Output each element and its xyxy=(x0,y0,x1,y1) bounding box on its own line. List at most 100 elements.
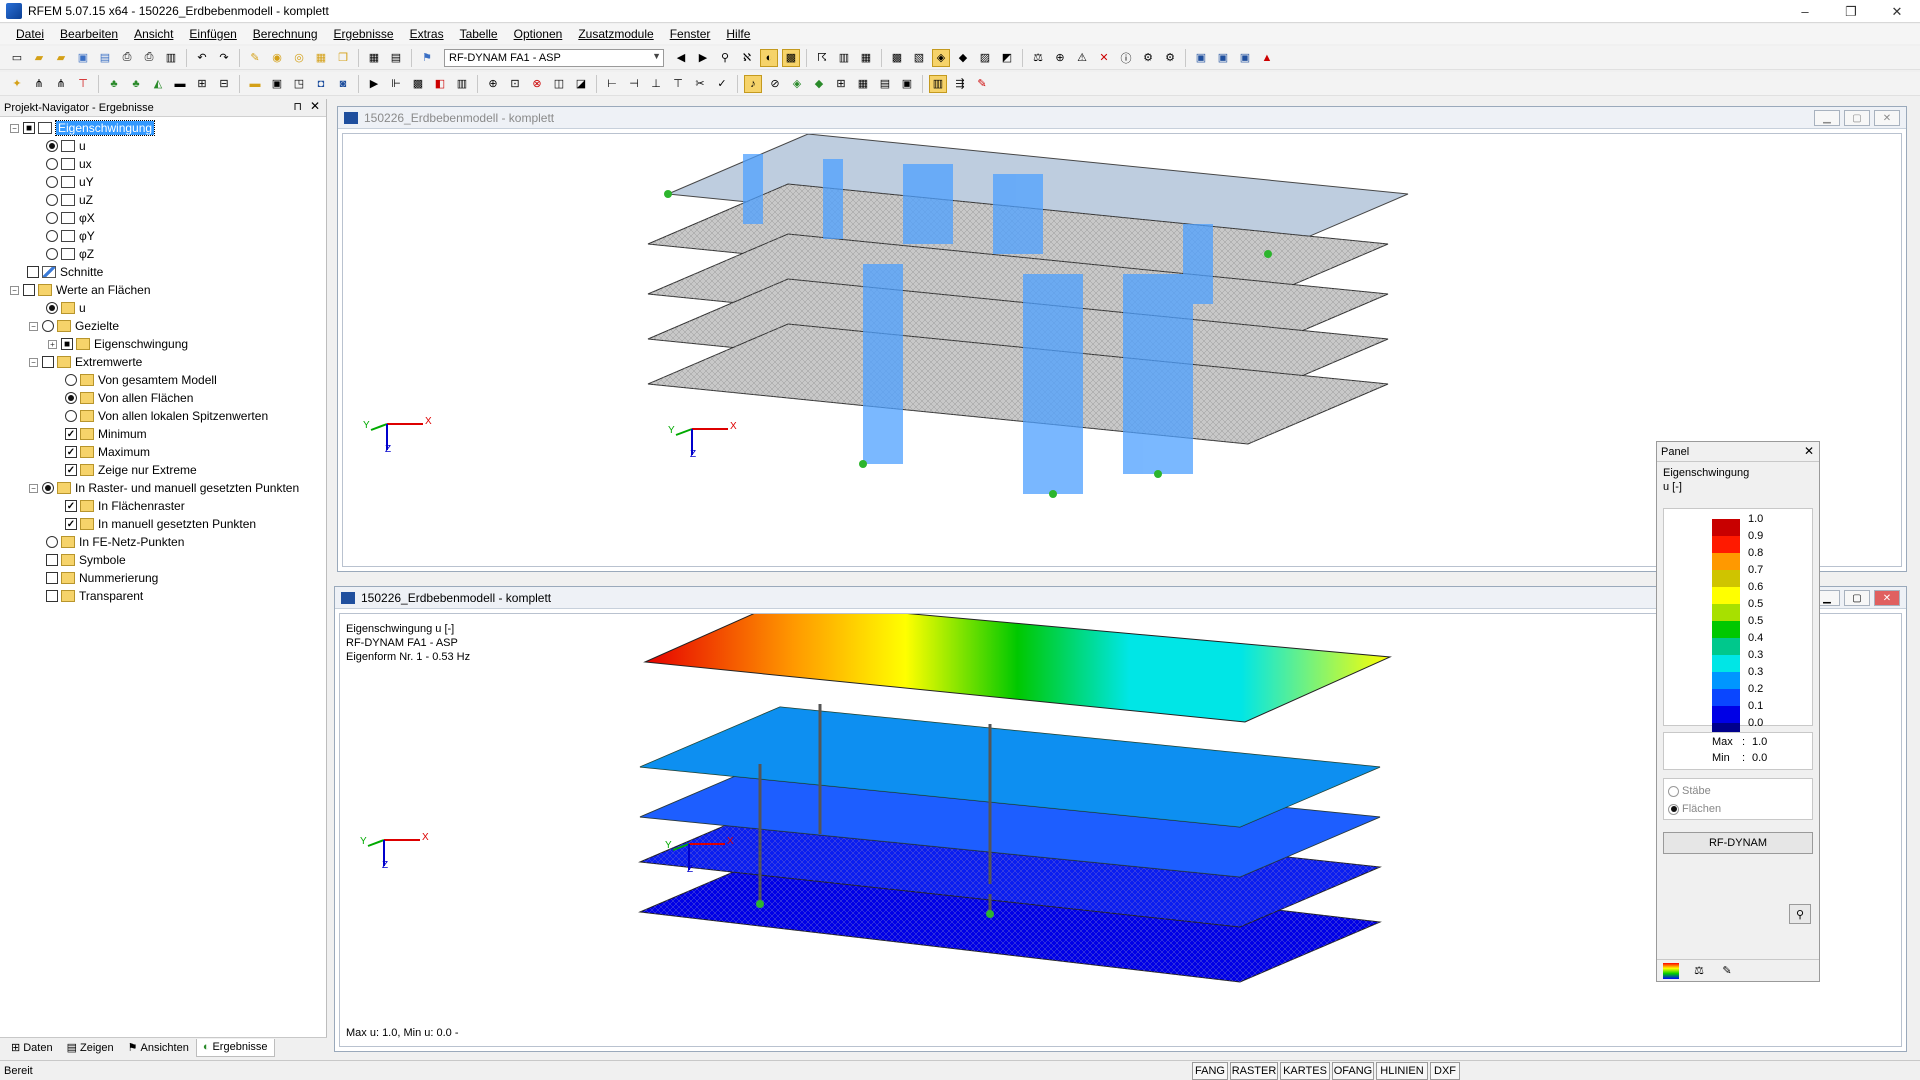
minimize-button[interactable]: – xyxy=(1782,0,1828,23)
tree-item-phiz[interactable]: φZ xyxy=(46,245,94,263)
support-icon[interactable]: ⊕ xyxy=(1051,49,1069,67)
radio[interactable] xyxy=(65,374,77,386)
checkbox-partial[interactable]: ■ xyxy=(23,122,35,134)
option-staebe[interactable]: Stäbe xyxy=(1668,783,1711,799)
checkbox-partial[interactable]: ■ xyxy=(61,338,73,350)
option-flaechen[interactable]: Flächen xyxy=(1668,801,1721,817)
check-icon[interactable]: ✓ xyxy=(713,75,731,93)
copy-icon[interactable]: ❐ xyxy=(334,49,352,67)
color-scale-icon[interactable] xyxy=(1663,962,1679,979)
navigator-close-icon[interactable]: ✕ xyxy=(310,99,320,113)
window-minimize-button[interactable]: ▁ xyxy=(1814,110,1840,126)
open-model-icon[interactable]: ▰ xyxy=(52,49,70,67)
radio-selected[interactable] xyxy=(42,482,54,494)
menu-extras[interactable]: Extras xyxy=(402,27,452,41)
tree-item-ux[interactable]: ux xyxy=(46,155,92,173)
node-tool-icon[interactable]: ⋔ xyxy=(30,75,48,93)
toggle-hlinien[interactable]: HLINIEN xyxy=(1376,1062,1428,1080)
view-3d-icon[interactable]: ◫ xyxy=(550,75,568,93)
menu-tabelle[interactable]: Tabelle xyxy=(452,27,506,41)
checkbox-checked[interactable]: ✓ xyxy=(65,464,77,476)
snap-icon[interactable]: ▧ xyxy=(910,49,928,67)
tree-item-werte-an-flaechen[interactable]: − Werte an Flächen xyxy=(10,281,151,299)
redo-icon[interactable]: ↷ xyxy=(215,49,233,67)
radio[interactable] xyxy=(42,320,54,332)
loadcase-select[interactable]: RF-DYNAM FA1 - ASP ▼ xyxy=(444,48,664,67)
tree-item-nummerierung[interactable]: Nummerierung xyxy=(46,569,158,587)
persp-icon[interactable]: ▥ xyxy=(453,75,471,93)
line-tool-icon[interactable]: ⋔ xyxy=(52,75,70,93)
checkbox[interactable] xyxy=(23,284,35,296)
tab-ansichten[interactable]: ⚑ Ansichten xyxy=(121,1039,196,1057)
find-icon[interactable]: ◉ xyxy=(268,49,286,67)
save-icon[interactable]: ▤ xyxy=(96,49,114,67)
tree-item-in-flaechenraster[interactable]: ✓ In Flächenraster xyxy=(65,497,185,515)
wire-icon[interactable]: ⊩ xyxy=(387,75,405,93)
hinge-icon[interactable]: ⚠ xyxy=(1073,49,1091,67)
calculate-icon[interactable]: ⚲ xyxy=(716,49,734,67)
cube-icon[interactable]: ◳ xyxy=(290,75,308,93)
tree-item-von-gesamtem-modell[interactable]: Von gesamtem Modell xyxy=(65,371,217,389)
generate-icon[interactable]: ▦ xyxy=(312,49,330,67)
solid-icon[interactable]: ◩ xyxy=(998,49,1016,67)
window-close-button[interactable]: ✕ xyxy=(1874,110,1900,126)
tree-item-werte-u[interactable]: u xyxy=(46,299,86,317)
radio[interactable] xyxy=(46,248,58,260)
tree-item-von-allen-flaechen[interactable]: Von allen Flächen xyxy=(65,389,193,407)
plane-icon[interactable]: ◈ xyxy=(788,75,806,93)
edit-icon[interactable]: ✎ xyxy=(246,49,264,67)
radio[interactable] xyxy=(46,194,58,206)
results-values-icon[interactable]: ▩ xyxy=(782,48,800,67)
axis-y-icon[interactable]: ⊣ xyxy=(625,75,643,93)
tree-item-in-fe-netz-punkten[interactable]: In FE-Netz-Punkten xyxy=(46,533,184,551)
checkbox[interactable] xyxy=(27,266,39,278)
camera-icon[interactable]: ▣ xyxy=(268,75,286,93)
pin-icon[interactable]: ⊓ xyxy=(293,100,302,113)
rf-dynam-button[interactable]: RF-DYNAM xyxy=(1663,832,1813,854)
print-icon[interactable]: ⎙ xyxy=(118,49,136,67)
table-view-icon[interactable]: ▤ xyxy=(387,49,405,67)
close-button[interactable]: ✕ xyxy=(1874,0,1920,23)
tree-item-extremwerte[interactable]: − Extremwerte xyxy=(29,353,142,371)
menu-hilfe[interactable]: Hilfe xyxy=(718,27,758,41)
result-view-icon[interactable]: ▥ xyxy=(929,74,947,93)
window-icon[interactable]: ▣ xyxy=(1192,49,1210,67)
axis-iso-icon[interactable]: ⊤ xyxy=(669,75,687,93)
checkbox-checked[interactable]: ✓ xyxy=(65,446,77,458)
plugin-icon[interactable]: ⚙ xyxy=(1161,49,1179,67)
tree-item-eigenschwingung[interactable]: − ■ Eigenschwingung xyxy=(10,119,156,137)
checkbox[interactable] xyxy=(42,356,54,368)
combo-icon[interactable]: ⊞ xyxy=(193,75,211,93)
tree-item-gezielte[interactable]: − Gezielte xyxy=(29,317,119,335)
pen-icon[interactable]: ✎ xyxy=(1719,963,1735,979)
group-icon[interactable]: ▤ xyxy=(876,75,894,93)
menu-berechnung[interactable]: Berechnung xyxy=(245,27,326,41)
view-x-icon[interactable]: ◪ xyxy=(572,75,590,93)
checkbox[interactable] xyxy=(46,572,58,584)
deform-icon[interactable]: ▥ xyxy=(835,49,853,67)
zoom-icon[interactable]: ⊕ xyxy=(484,75,502,93)
hide-icon[interactable]: ◆ xyxy=(810,75,828,93)
radio[interactable] xyxy=(46,212,58,224)
export-icon[interactable]: ⇶ xyxy=(951,75,969,93)
window-close-button[interactable]: ✕ xyxy=(1874,590,1900,606)
expand-icon[interactable]: + xyxy=(48,339,57,349)
toggle-raster[interactable]: RASTER xyxy=(1230,1062,1278,1080)
next-loadcase-icon[interactable]: ▶ xyxy=(694,49,712,67)
radio-selected[interactable] xyxy=(1668,803,1679,815)
radio-selected[interactable] xyxy=(65,392,77,404)
info-icon[interactable]: ⓘ xyxy=(1117,49,1135,67)
menu-einfuegen[interactable]: Einfügen xyxy=(181,27,244,41)
clip-icon[interactable]: ✂ xyxy=(691,75,709,93)
target-icon[interactable]: ◎ xyxy=(290,49,308,67)
collapse-icon[interactable]: − xyxy=(29,357,38,367)
tab-zeigen[interactable]: ▤ Zeigen xyxy=(60,1039,121,1057)
block-icon[interactable]: ▣ xyxy=(74,49,92,67)
visibility-icon[interactable]: ♪ xyxy=(744,74,762,93)
iso2-icon[interactable]: ◙ xyxy=(334,75,352,93)
open-folder-icon[interactable]: ▰ xyxy=(30,49,48,67)
radio[interactable] xyxy=(46,230,58,242)
tree-item-phiy[interactable]: φY xyxy=(46,227,95,245)
layer-icon[interactable]: ⊞ xyxy=(832,75,850,93)
tree-item-minimum[interactable]: ✓ Minimum xyxy=(65,425,147,443)
